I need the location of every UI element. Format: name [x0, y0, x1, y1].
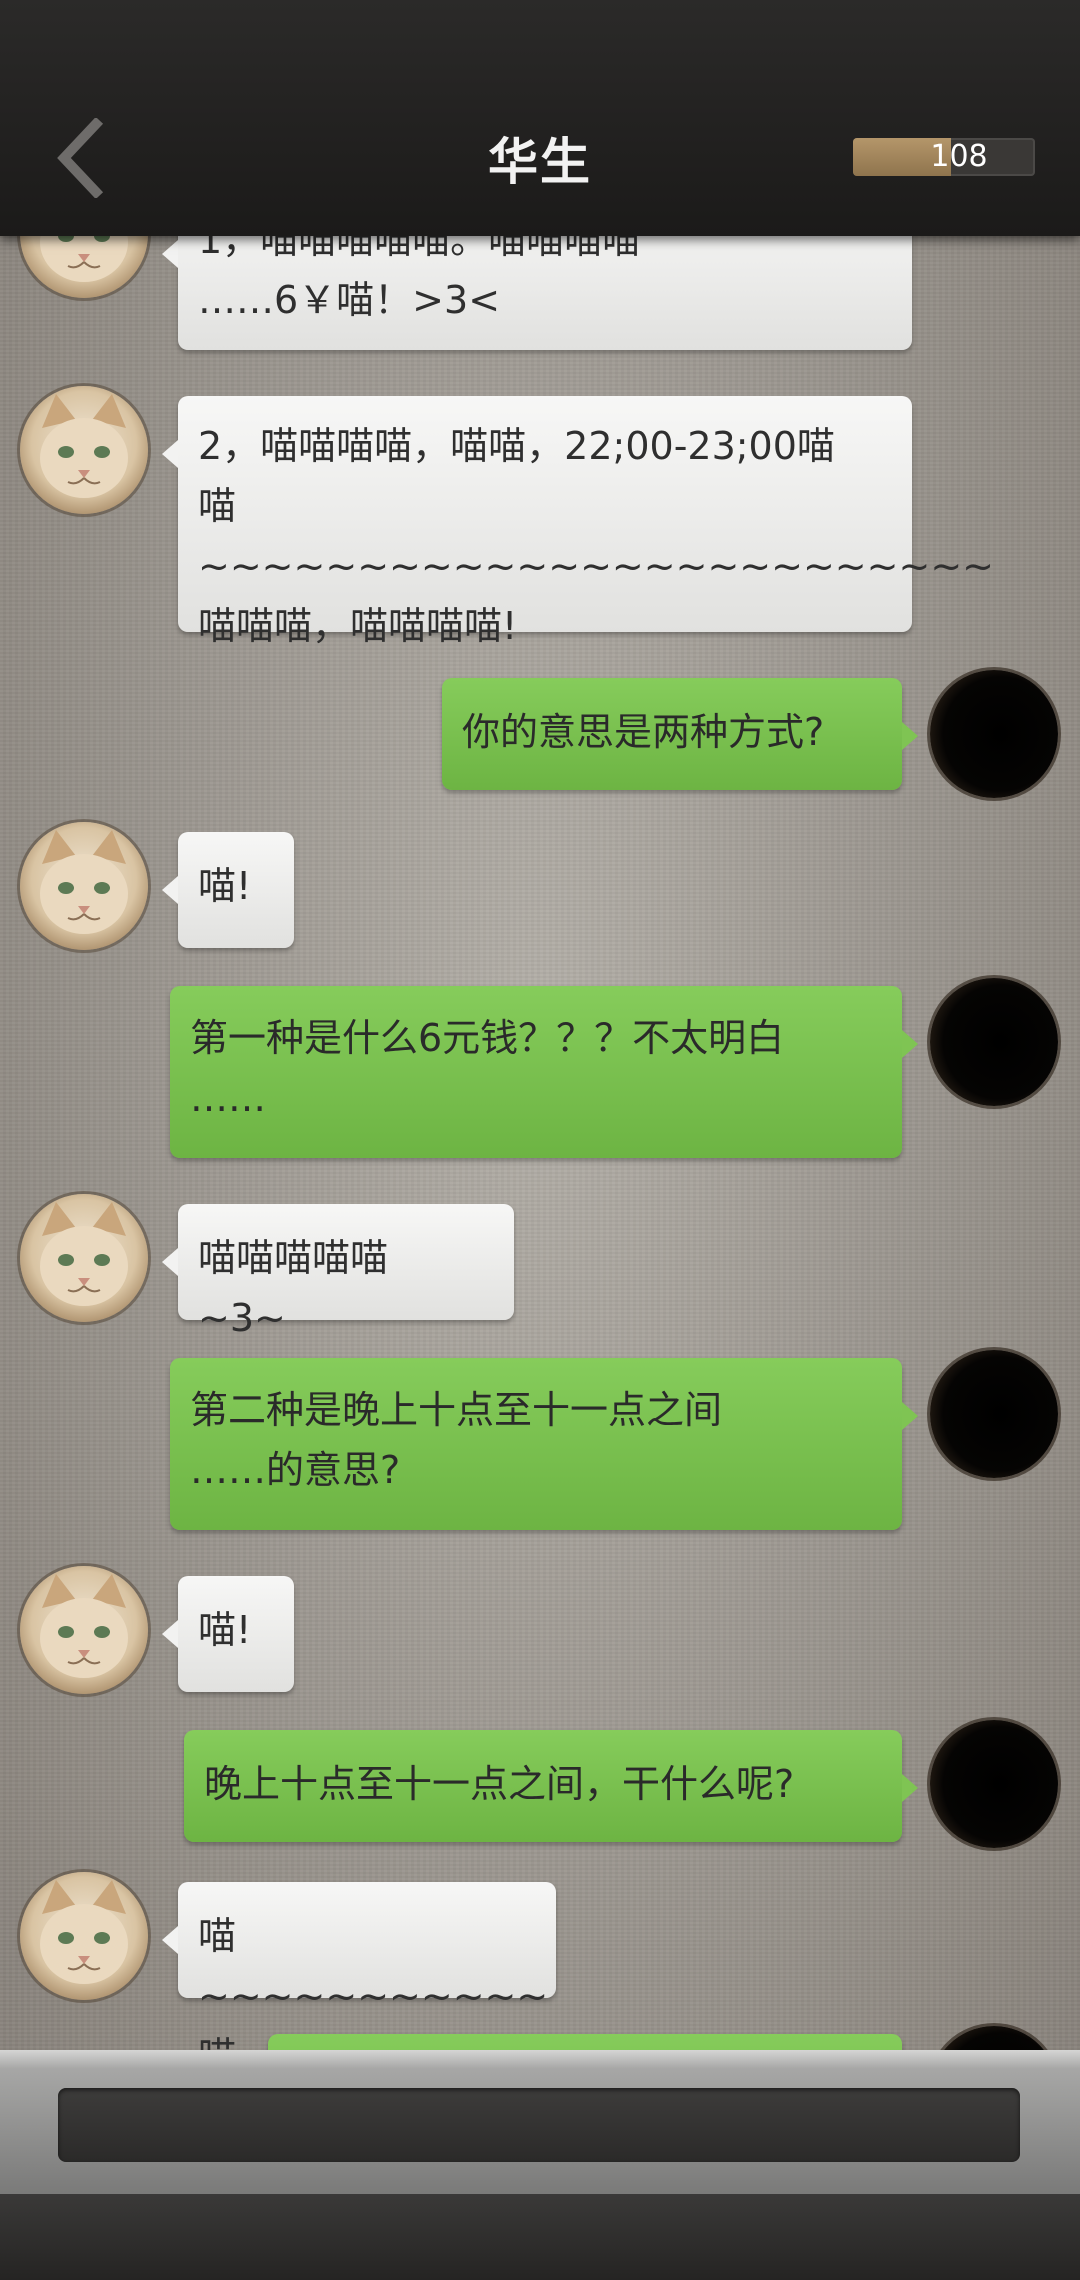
- cat-face-icon: [40, 1574, 128, 1678]
- player-avatar[interactable]: [930, 1720, 1058, 1848]
- npc-message-bubble: 2，喵喵喵喵，喵喵，22;00-23;00喵 喵~~~~~~~~~~~~~~~~…: [162, 396, 994, 648]
- player-message-bubble: 你的意思是两种方式?: [442, 678, 918, 790]
- npc-message-bubble: 喵!: [162, 1576, 294, 1692]
- player-avatar[interactable]: [930, 1350, 1058, 1478]
- cat-avatar[interactable]: [20, 1872, 148, 2000]
- bottom-bar: [0, 2050, 1080, 2280]
- cat-avatar[interactable]: [20, 386, 148, 514]
- top-bar: 华生 108: [0, 0, 1080, 236]
- player-message-bubble: 第一种是什么6元钱？？？不太明白 ……: [170, 986, 918, 1158]
- bottom-strip: [0, 2194, 1080, 2280]
- player-message-bubble: [268, 2034, 902, 2050]
- cat-avatar[interactable]: [20, 1194, 148, 1322]
- player-avatar[interactable]: [930, 978, 1058, 1106]
- cat-avatar[interactable]: [20, 1566, 148, 1694]
- player-message-bubble: 第二种是晚上十点至十一点之间 ……的意思?: [170, 1358, 918, 1530]
- player-message-bubble: 晚上十点至十一点之间，干什么呢?: [184, 1730, 918, 1842]
- cat-avatar[interactable]: [20, 822, 148, 950]
- player-avatar[interactable]: [930, 2026, 1058, 2050]
- cat-face-icon: [40, 830, 128, 934]
- energy-value: 108: [930, 139, 988, 174]
- energy-meter: 108: [853, 138, 1035, 176]
- cat-face-icon: [40, 1880, 128, 1984]
- npc-message-bubble: 喵!: [162, 832, 294, 948]
- npc-message-bubble: 喵~~~~~~~~~~~喵: [162, 1882, 556, 2050]
- message-input[interactable]: [58, 2088, 1020, 2162]
- chat-area[interactable]: 1，喵喵喵喵喵。喵喵喵喵 ……6￥喵！>3< 2，喵喵喵喵，喵喵，22;00-2…: [0, 0, 1080, 2050]
- cat-face-icon: [40, 1202, 128, 1306]
- cat-face-icon: [40, 394, 128, 498]
- player-avatar[interactable]: [930, 670, 1058, 798]
- npc-message-bubble: 喵喵喵喵喵 ~3~: [162, 1204, 514, 1340]
